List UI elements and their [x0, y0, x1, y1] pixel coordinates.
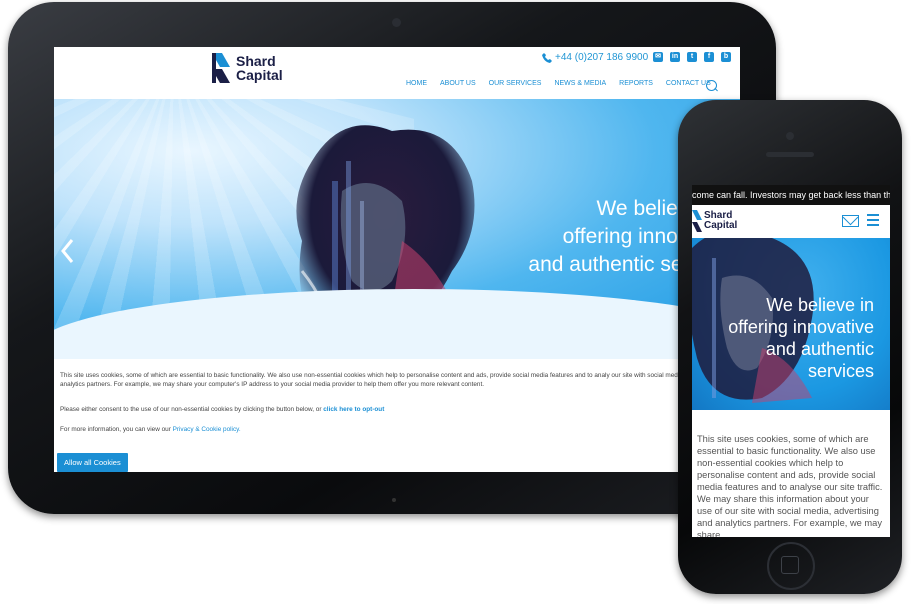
phone-device: come can fall. Investors may get back le…: [678, 100, 902, 594]
privacy-policy-link[interactable]: Privacy & Cookie policy.: [173, 426, 241, 433]
logo-text: Shard Capital: [236, 54, 283, 82]
mail-icon[interactable]: [842, 215, 859, 227]
hero-banner: We believe offering innova and authentic…: [54, 99, 740, 359]
mobile-logo-mark-icon: [692, 210, 702, 232]
nav-news-media[interactable]: NEWS & MEDIA: [554, 80, 606, 87]
nav-our-services[interactable]: OUR SERVICES: [489, 80, 542, 87]
phone-contact[interactable]: +44 (0)207 186 9900: [542, 52, 648, 63]
site-header: Shard Capital +44 (0)207 186 9900 ✉ in t…: [54, 47, 740, 100]
main-nav: HOME ABOUT US OUR SERVICES NEWS & MEDIA …: [406, 80, 724, 87]
chevron-left-icon[interactable]: [60, 238, 74, 264]
mobile-hero-line-1: We believe in: [766, 295, 874, 315]
phone-icon: [542, 52, 552, 63]
cookie-info-text: For more information, you can view our: [60, 426, 173, 433]
phone-home-button[interactable]: [767, 542, 815, 590]
cookie-paragraph-2: Please either consent to the use of our …: [54, 405, 390, 414]
hamburger-menu-icon[interactable]: [867, 214, 879, 226]
mobile-shard-capital-logo[interactable]: Shard Capital: [692, 210, 737, 232]
mobile-hero-line-2: offering innovative: [728, 317, 874, 337]
twitter-icon[interactable]: t: [687, 52, 697, 62]
mobile-cookie-text: This site uses cookies, some of which ar…: [697, 434, 883, 537]
nav-contact-us[interactable]: CONTACT US: [666, 80, 711, 87]
mobile-logo-text: Shard Capital: [704, 211, 737, 231]
phone-number: +44 (0)207 186 9900: [555, 52, 649, 63]
nav-about-us[interactable]: ABOUT US: [440, 80, 476, 87]
nav-home[interactable]: HOME: [406, 80, 427, 87]
cookie-paragraph-1: This site uses cookies, some of which ar…: [60, 372, 730, 389]
logo-mark-icon: [212, 53, 230, 83]
mobile-hero-banner: We believe in offering innovative and au…: [692, 238, 890, 410]
opt-out-link[interactable]: click here to opt-out: [323, 406, 384, 413]
facebook-icon[interactable]: f: [704, 52, 714, 62]
mobile-logo-line2: Capital: [704, 220, 738, 231]
tablet-camera: [392, 18, 401, 27]
phone-screen: come can fall. Investors may get back le…: [692, 185, 890, 537]
nav-reports[interactable]: REPORTS: [619, 80, 653, 87]
mobile-hero-line-4: services: [807, 361, 874, 381]
phone-speaker: [766, 152, 814, 157]
blog-icon[interactable]: b: [721, 52, 731, 62]
mobile-hero-line-3: and authentic: [765, 339, 874, 359]
allow-cookies-button[interactable]: Allow all Cookies: [57, 453, 128, 472]
tablet-home-dot: [392, 498, 396, 502]
hero-heading: We believe offering innova and authentic…: [440, 195, 700, 279]
social-links: ✉ in t f b: [646, 52, 731, 62]
tablet-screen: Shard Capital +44 (0)207 186 9900 ✉ in t…: [54, 47, 740, 472]
hero-line-3: and authentic serv: [528, 253, 700, 276]
hero-line-2: offering innova: [562, 225, 700, 248]
cookie-banner: This site uses cookies, some of which ar…: [54, 359, 740, 472]
logo-line1: Shard: [236, 53, 276, 69]
phone-camera: [786, 132, 794, 140]
cookie-consent-text: Please either consent to the use of our …: [60, 406, 324, 413]
risk-warning-ticker: come can fall. Investors may get back le…: [692, 185, 890, 205]
search-icon[interactable]: [706, 80, 717, 91]
hero-line-1: We believe: [596, 197, 700, 220]
mobile-hero-heading: We believe in offering innovative and au…: [712, 294, 874, 382]
tablet-device: Shard Capital +44 (0)207 186 9900 ✉ in t…: [8, 2, 776, 514]
cookie-paragraph-3: For more information, you can view our P…: [54, 425, 247, 434]
linkedin-icon[interactable]: in: [670, 52, 680, 62]
shard-capital-logo[interactable]: Shard Capital: [210, 53, 283, 83]
logo-line2: Capital: [236, 67, 283, 83]
mobile-cookie-banner: This site uses cookies, some of which ar…: [692, 410, 890, 537]
mobile-header: Shard Capital: [692, 205, 890, 238]
email-icon[interactable]: ✉: [653, 52, 663, 62]
